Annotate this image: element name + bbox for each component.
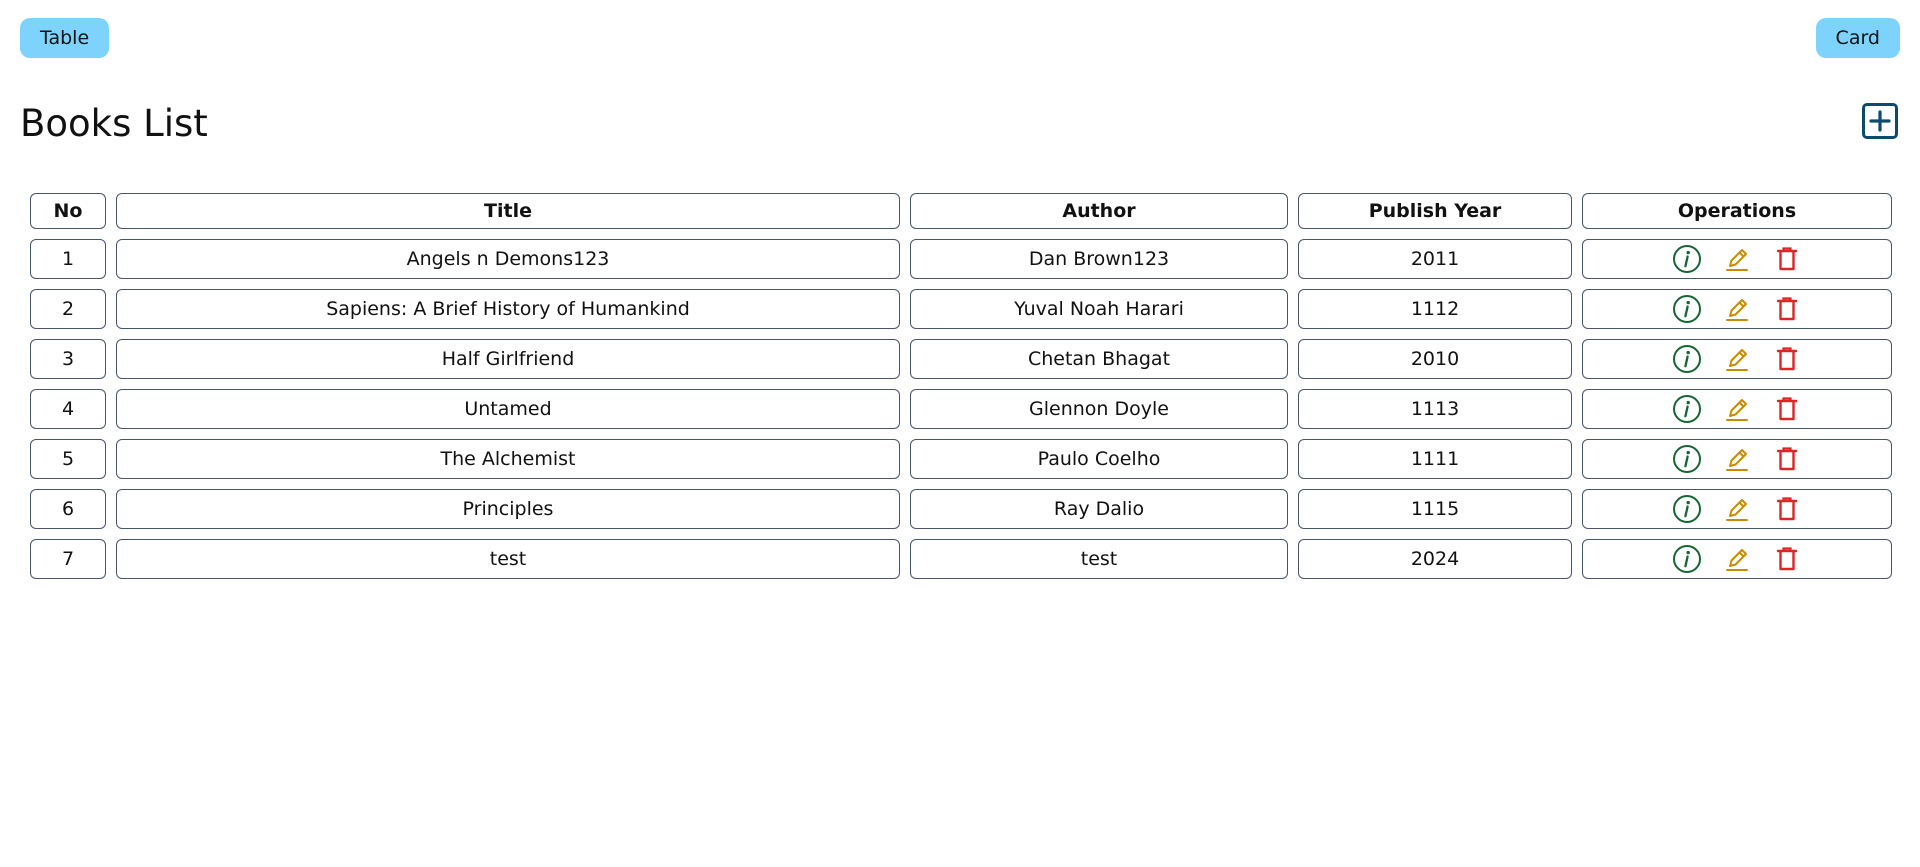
trash-icon[interactable] [1772,494,1802,524]
pencil-icon[interactable] [1722,544,1752,574]
column-header-publish-year: Publish Year [1298,193,1572,229]
cell-title: The Alchemist [116,439,900,479]
cell-author: test [910,539,1288,579]
operations-group [1583,344,1891,374]
cell-title: Sapiens: A Brief History of Humankind [116,289,900,329]
card-view-button[interactable]: Card [1815,18,1900,58]
cell-author: Ray Dalio [910,489,1288,529]
table-row: 1 Angels n Demons123 Dan Brown123 2011 [30,239,1892,279]
pencil-icon[interactable] [1722,394,1752,424]
pencil-icon[interactable] [1722,444,1752,474]
cell-operations [1582,539,1892,579]
column-header-no: No [30,193,106,229]
trash-icon[interactable] [1772,294,1802,324]
cell-no: 6 [30,489,106,529]
cell-title: Half Girlfriend [116,339,900,379]
cell-author: Paulo Coelho [910,439,1288,479]
add-book-button[interactable] [1862,103,1898,139]
pencil-icon[interactable] [1722,244,1752,274]
table-view-button[interactable]: Table [20,18,110,58]
pencil-icon[interactable] [1722,294,1752,324]
cell-operations [1582,489,1892,529]
plus-square-icon [1869,110,1891,132]
books-table: No Title Author Publish Year Operations … [20,183,1902,589]
pencil-icon[interactable] [1722,494,1752,524]
cell-operations [1582,389,1892,429]
operations-group [1583,444,1891,474]
cell-author: Yuval Noah Harari [910,289,1288,329]
info-circle-icon[interactable] [1672,294,1702,324]
cell-publish-year: 2024 [1298,539,1572,579]
page: Table Card Books List No Title Author Pu… [0,0,1920,867]
info-circle-icon[interactable] [1672,544,1702,574]
cell-no: 4 [30,389,106,429]
operations-group [1583,294,1891,324]
cell-no: 7 [30,539,106,579]
cell-publish-year: 1115 [1298,489,1572,529]
cell-author: Dan Brown123 [910,239,1288,279]
operations-group [1583,394,1891,424]
operations-group [1583,244,1891,274]
page-title: Books List [20,102,208,145]
cell-operations [1582,289,1892,329]
info-circle-icon[interactable] [1672,444,1702,474]
cell-publish-year: 1111 [1298,439,1572,479]
column-header-operations: Operations [1582,193,1892,229]
trash-icon[interactable] [1772,394,1802,424]
cell-title: test [116,539,900,579]
pencil-icon[interactable] [1722,344,1752,374]
cell-publish-year: 2010 [1298,339,1572,379]
cell-no: 5 [30,439,106,479]
cell-operations [1582,239,1892,279]
table-row: 6 Principles Ray Dalio 1115 [30,489,1892,529]
table-row: 7 test test 2024 [30,539,1892,579]
trash-icon[interactable] [1772,244,1802,274]
column-header-title: Title [116,193,900,229]
cell-author: Chetan Bhagat [910,339,1288,379]
cell-author: Glennon Doyle [910,389,1288,429]
cell-no: 2 [30,289,106,329]
info-circle-icon[interactable] [1672,344,1702,374]
table-row: 4 Untamed Glennon Doyle 1113 [30,389,1892,429]
operations-group [1583,544,1891,574]
table-header-row: No Title Author Publish Year Operations [30,193,1892,229]
table-row: 5 The Alchemist Paulo Coelho 1111 [30,439,1892,479]
cell-no: 3 [30,339,106,379]
cell-operations [1582,339,1892,379]
cell-title: Angels n Demons123 [116,239,900,279]
operations-group [1583,494,1891,524]
cell-title: Untamed [116,389,900,429]
column-header-author: Author [910,193,1288,229]
info-circle-icon[interactable] [1672,394,1702,424]
table-row: 2 Sapiens: A Brief History of Humankind Yu… [30,289,1892,329]
trash-icon[interactable] [1772,444,1802,474]
info-circle-icon[interactable] [1672,244,1702,274]
cell-no: 1 [30,239,106,279]
cell-title: Principles [116,489,900,529]
cell-publish-year: 1113 [1298,389,1572,429]
cell-publish-year: 1112 [1298,289,1572,329]
info-circle-icon[interactable] [1672,494,1702,524]
cell-operations [1582,439,1892,479]
trash-icon[interactable] [1772,344,1802,374]
table-row: 3 Half Girlfriend Chetan Bhagat 2010 [30,339,1892,379]
cell-publish-year: 2011 [1298,239,1572,279]
trash-icon[interactable] [1772,544,1802,574]
